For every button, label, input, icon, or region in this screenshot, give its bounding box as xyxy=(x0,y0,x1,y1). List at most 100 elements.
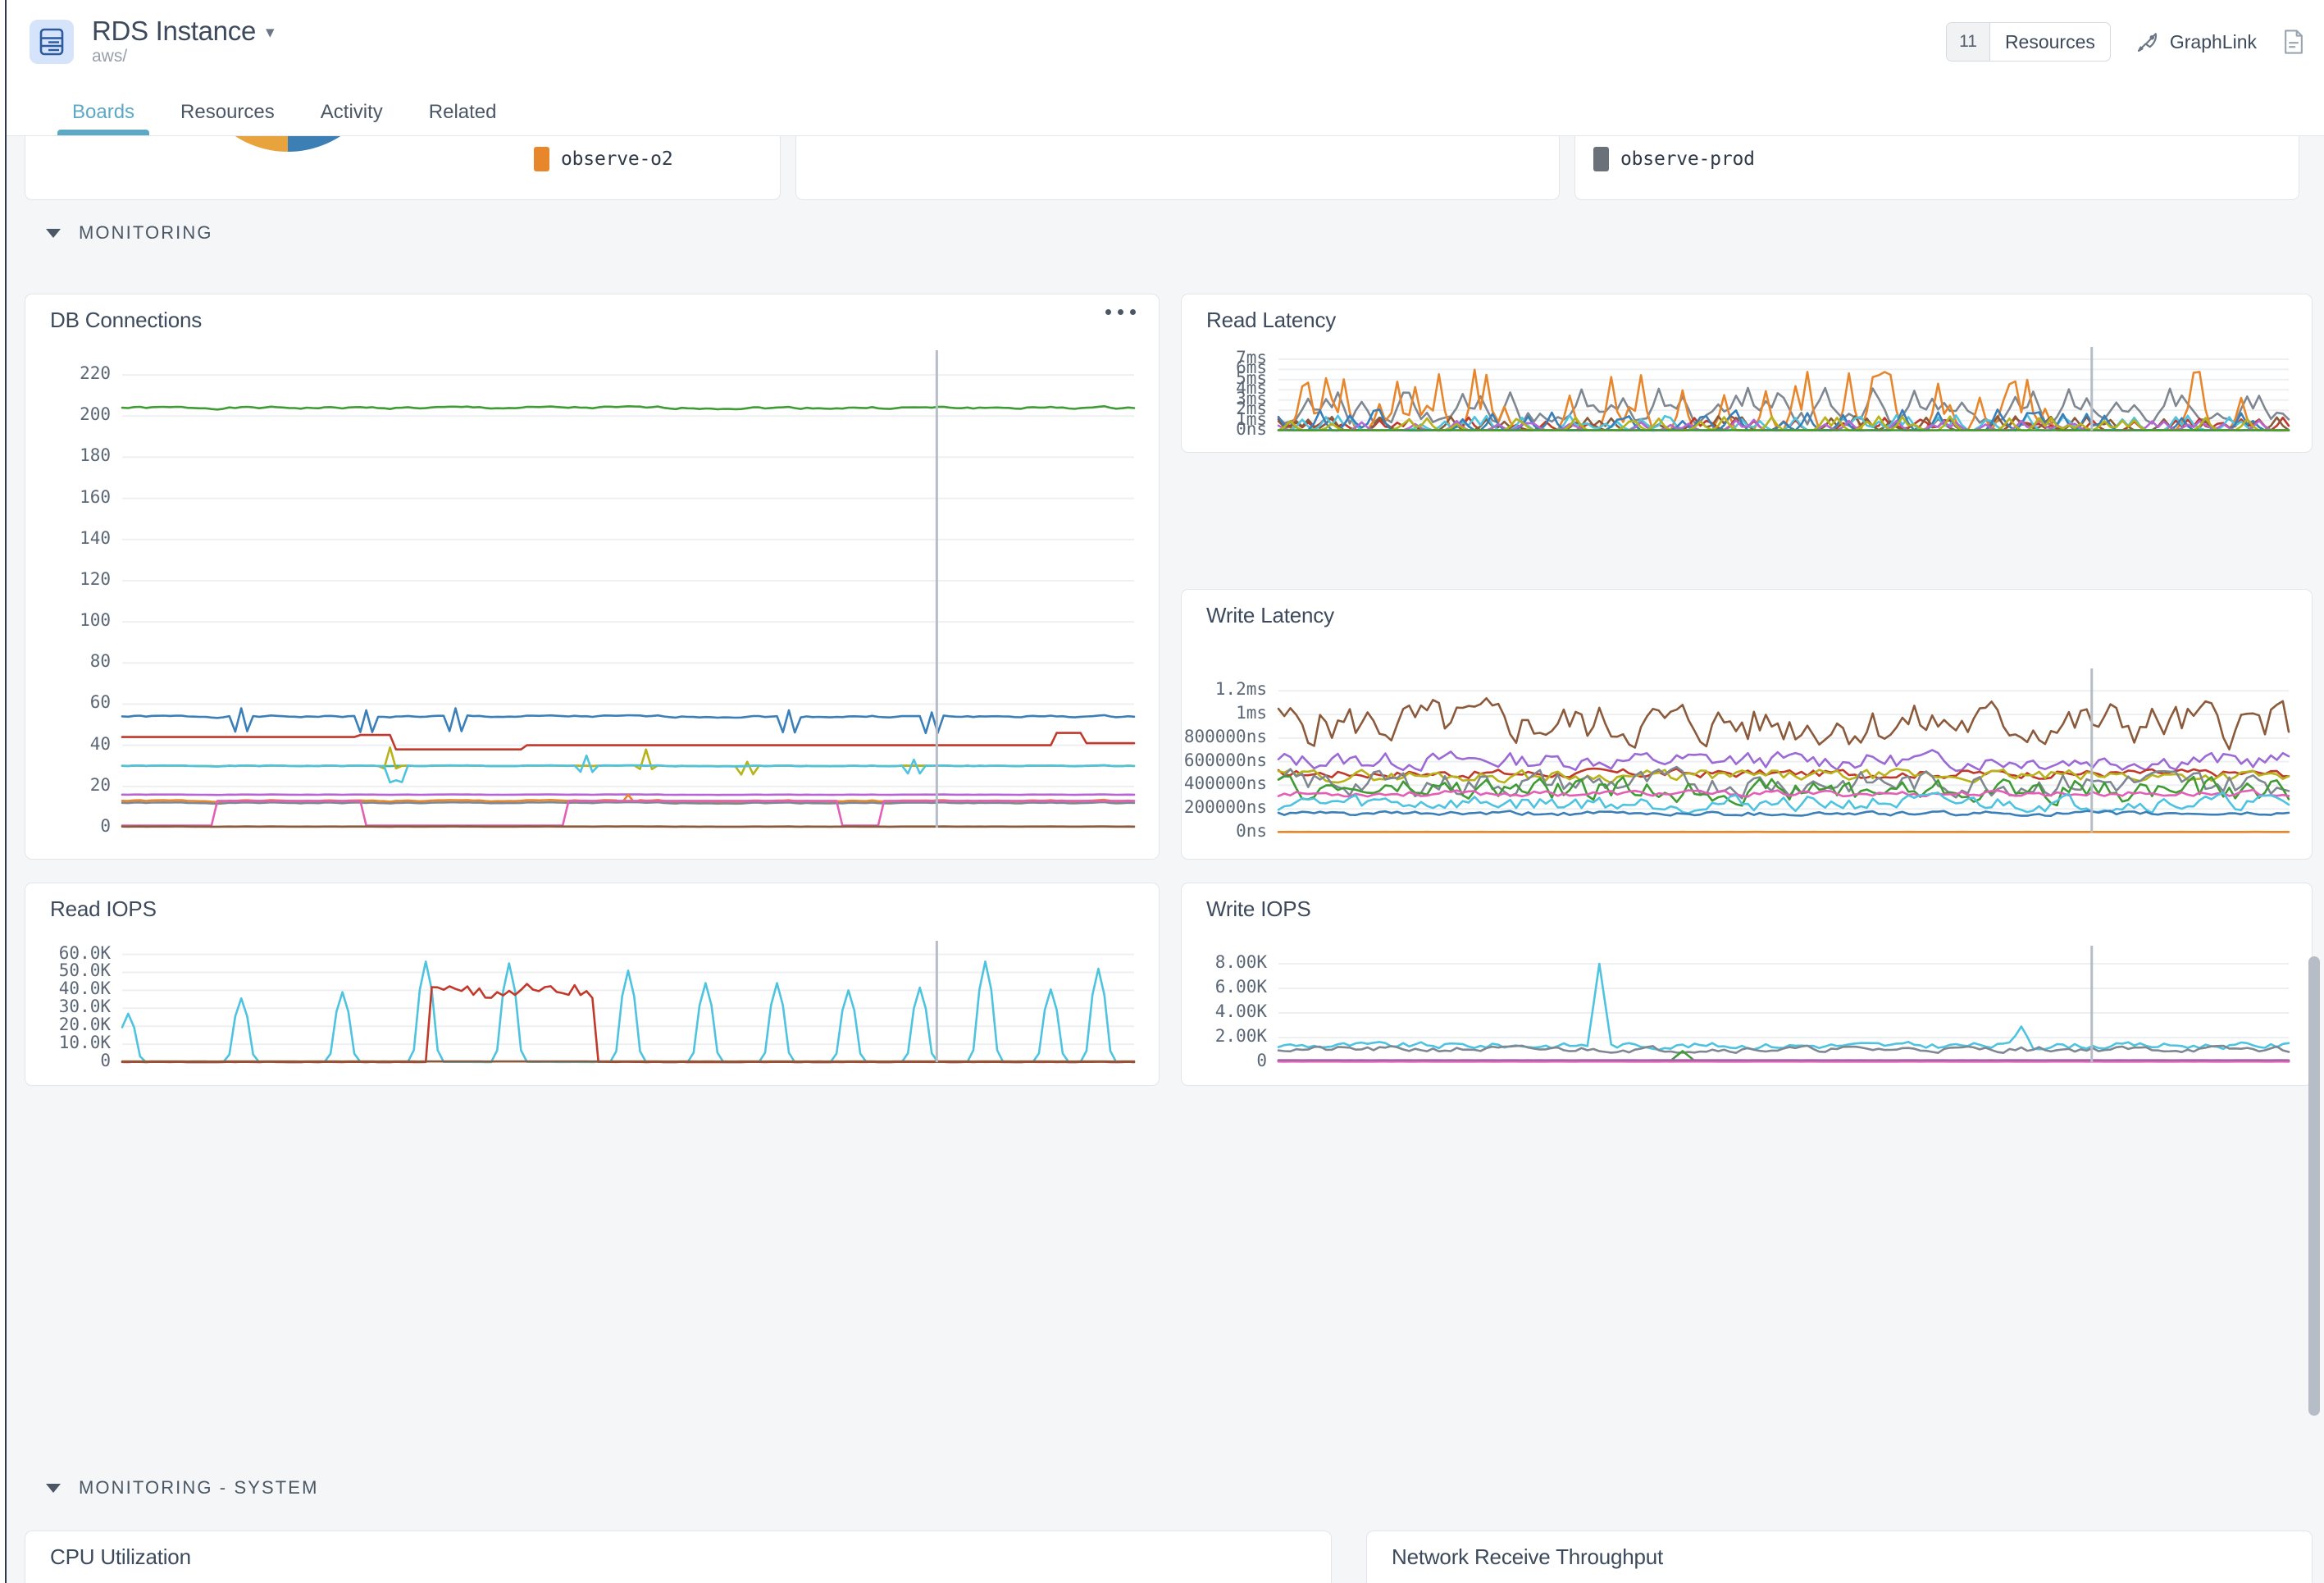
y-axis-tick-label: 60 xyxy=(89,692,111,713)
page-title: RDS Instance xyxy=(92,15,256,46)
chart-svg xyxy=(1277,347,2290,432)
y-axis-tick-label: 120 xyxy=(80,568,111,589)
legend-item[interactable]: observe-prod xyxy=(1593,147,1755,171)
chart-card-read-latency[interactable]: Read Latency 0ns 1ms 2ms 3ms 4ms 5ms 6ms 7ms xyxy=(1181,294,2313,453)
chart-card-network-receive-throughput[interactable]: Network Receive Throughput 0400K800K1.20… xyxy=(1366,1531,2313,1583)
chart-card-write-iops[interactable]: Write IOPS 0 2.00K 4.00K 6.00K 8.00K xyxy=(1181,883,2313,1086)
y-axis-tick-label: 800000ns xyxy=(1183,726,1267,746)
y-axis-tick-label: 1ms xyxy=(1236,703,1267,723)
y-axis-tick-label: 160 xyxy=(80,486,111,507)
y-axis-tick-label: 200000ns xyxy=(1183,797,1267,818)
collapse-triangle-icon[interactable] xyxy=(46,1483,61,1493)
rocket-icon xyxy=(2135,30,2160,54)
tab-resources-label: Resources xyxy=(180,101,275,123)
chart-card-write-latency[interactable]: Write Latency 0ns 200000ns 400000ns 600000n… xyxy=(1181,589,2313,860)
y-axis-tick-label: 200 xyxy=(80,404,111,425)
tab-boards[interactable]: Boards xyxy=(49,103,157,135)
chart-series-line xyxy=(121,732,1136,750)
y-axis-tick-label: 4.00K xyxy=(1214,1001,1267,1021)
resources-button[interactable]: 11 Resources xyxy=(1946,22,2111,62)
breadcrumb: aws/ xyxy=(92,47,128,66)
y-axis-tick-label: 140 xyxy=(80,527,111,548)
chart-plot-area[interactable]: 60%70%80%90%100% xyxy=(25,1531,1331,1583)
host-count-widget-card[interactable]: observe-prod 2 xyxy=(1574,136,2299,200)
chart-svg xyxy=(121,350,1136,828)
chart-svg xyxy=(121,941,1136,1064)
chart-card-db-connections[interactable]: DB Connections 0 20 40 60 80 100 120 140 160 180 2… xyxy=(25,294,1160,860)
y-axis-tick-label: 50.0K xyxy=(58,960,111,981)
section-title: MONITORING - SYSTEM xyxy=(79,1477,319,1498)
y-axis-tick-label: 30.0K xyxy=(58,997,111,1017)
title-block: RDS Instance ▾ aws/ xyxy=(92,15,275,67)
donut-widget-card[interactable]: observe-o2 xyxy=(25,136,781,200)
section-header-monitoring-system[interactable]: MONITORING - SYSTEM xyxy=(46,1467,319,1509)
legend-label: observe-prod xyxy=(1620,148,1755,170)
chart-plot-area[interactable]: 0ns 200000ns 400000ns 600000ns 800000ns 1ms 1.… xyxy=(1182,590,2312,859)
tab-bar: Boards Resources Activity Related xyxy=(7,84,2324,136)
chart-series-line xyxy=(1277,810,2290,817)
section-header-monitoring[interactable]: MONITORING xyxy=(46,212,213,254)
y-axis-tick-label: 400000ns xyxy=(1183,773,1267,794)
y-axis-tick-label: 40 xyxy=(89,733,111,754)
chart-plot-area[interactable]: 0 20 40 60 80 100 120 140 160 180 200 220 xyxy=(25,294,1159,859)
y-axis-tick-label: 0 xyxy=(100,1051,111,1070)
legend-swatch-icon xyxy=(1593,147,1609,171)
y-axis-tick-label: 2.00K xyxy=(1214,1026,1267,1046)
left-nav-rail xyxy=(0,0,7,1583)
chart-plot-area[interactable]: 0 10.0K 20.0K 30.0K 40.0K 50.0K 60.0K xyxy=(25,883,1159,1085)
chart-series-line xyxy=(121,983,1136,1064)
page-header: RDS Instance ▾ aws/ 11 Resources GraphLi… xyxy=(7,0,2324,84)
chart-series-line xyxy=(121,960,1136,1064)
chart-card-cpu-utilization[interactable]: CPU Utilization 60%70%80%90%100% xyxy=(25,1531,1332,1583)
y-axis-tick-label: 80 xyxy=(89,651,111,672)
y-axis-tick-label: 8.00K xyxy=(1214,952,1267,972)
chart-svg xyxy=(1277,946,2290,1063)
tab-activity-label: Activity xyxy=(320,101,383,123)
y-axis-tick-label: 220 xyxy=(80,363,111,384)
summary-widget-row: observe-o2 observe-prod 2 xyxy=(25,136,2299,200)
y-axis-tick-label: 7ms xyxy=(1236,347,1267,367)
y-axis-tick-label: 60.0K xyxy=(58,942,111,963)
tab-related-label: Related xyxy=(428,101,497,123)
tab-boards-label: Boards xyxy=(72,101,135,123)
y-axis-tick-label: 180 xyxy=(80,445,111,466)
document-icon xyxy=(2281,29,2306,55)
donut-chart xyxy=(181,136,394,199)
y-axis-tick-label: 10.0K xyxy=(58,1033,111,1053)
section-title: MONITORING xyxy=(79,222,213,243)
secondary-widget-card[interactable] xyxy=(795,136,1560,200)
chart-series-line xyxy=(121,746,1136,776)
legend-item[interactable]: observe-o2 xyxy=(534,147,673,171)
chart-series-line xyxy=(1277,697,2290,750)
chart-series-line xyxy=(121,800,1136,827)
chart-card-read-iops[interactable]: Read IOPS 0 10.0K 20.0K 30.0K 40.0K 50.0K 60.0… xyxy=(25,883,1160,1086)
tab-related[interactable]: Related xyxy=(406,103,520,135)
tab-resources[interactable]: Resources xyxy=(157,103,298,135)
collapse-triangle-icon[interactable] xyxy=(46,228,61,238)
resources-count: 11 xyxy=(1947,23,1990,61)
y-axis-tick-label: 20 xyxy=(89,774,111,795)
header-identity: RDS Instance ▾ aws/ xyxy=(30,15,275,67)
dashboard-root: RDS Instance ▾ aws/ 11 Resources GraphLi… xyxy=(0,0,2324,1583)
vertical-scrollbar[interactable] xyxy=(2308,956,2320,1416)
graphlink-button[interactable]: GraphLink xyxy=(2135,30,2257,54)
y-axis-tick-label: 1.2ms xyxy=(1214,679,1267,700)
tab-activity[interactable]: Activity xyxy=(298,103,406,135)
chart-plot-area[interactable]: 0 2.00K 4.00K 6.00K 8.00K xyxy=(1182,883,2312,1085)
chart-plot-area[interactable]: 0ns 1ms 2ms 3ms 4ms 5ms 6ms 7ms xyxy=(1182,294,2312,452)
active-tab-underline xyxy=(57,130,150,135)
y-axis-tick-label: 6.00K xyxy=(1214,977,1267,997)
title-row[interactable]: RDS Instance ▾ xyxy=(92,15,275,46)
y-axis-tick-label: 600000ns xyxy=(1183,750,1267,770)
chart-plot-area[interactable]: 0400K800K1.20MB/s xyxy=(1367,1531,2312,1583)
chart-series-line xyxy=(1277,386,2290,426)
database-board-icon xyxy=(30,19,74,64)
chevron-down-icon[interactable]: ▾ xyxy=(266,24,275,41)
chart-series-line xyxy=(121,801,1136,805)
legend-label: observe-o2 xyxy=(561,148,673,170)
board-scroll-area[interactable]: observe-o2 observe-prod 2 MONI xyxy=(7,136,2324,1583)
y-axis-tick-label: 0 xyxy=(100,816,111,836)
document-button[interactable] xyxy=(2281,29,2306,55)
chart-series-line xyxy=(121,707,1136,735)
y-axis-tick-label: 20.0K xyxy=(58,1015,111,1035)
